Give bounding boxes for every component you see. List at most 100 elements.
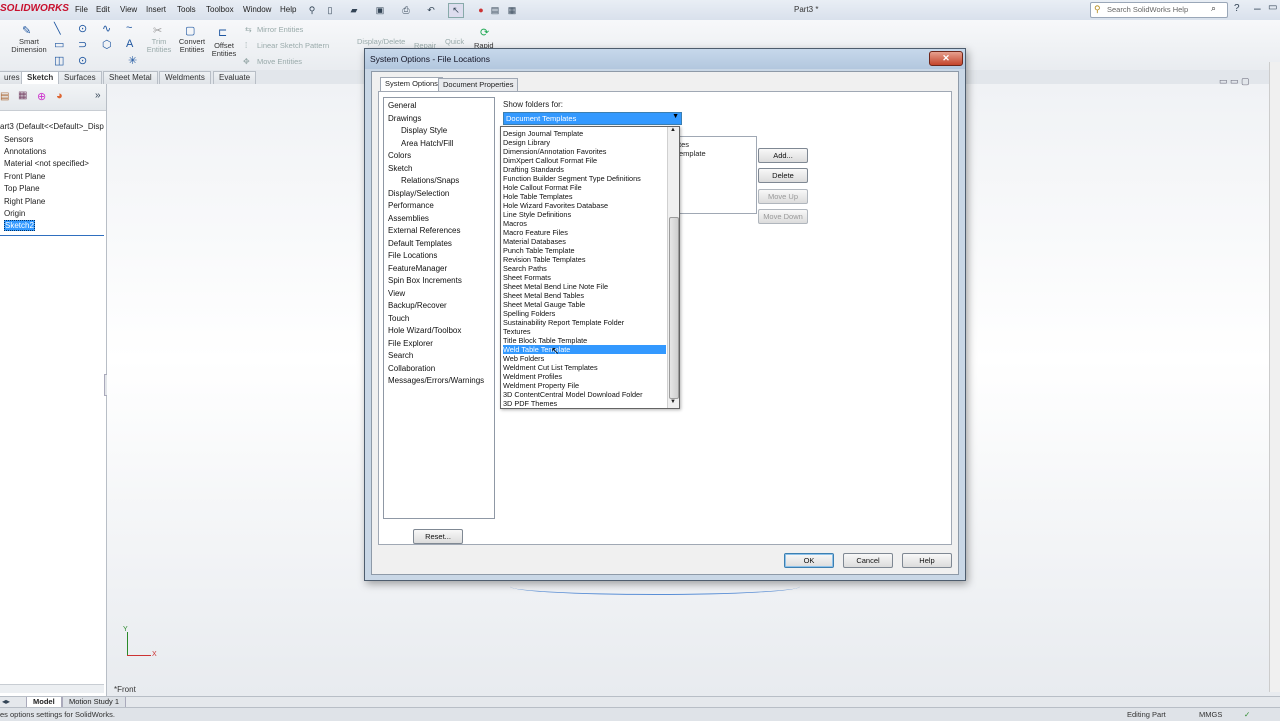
category-item[interactable]: Messages/Errors/Warnings [388, 376, 484, 385]
print-icon[interactable]: ⎙ [398, 3, 414, 18]
help-icon[interactable]: ? [1234, 3, 1240, 14]
options-icon[interactable]: ▦ [504, 3, 520, 18]
help-button[interactable]: Help [902, 553, 952, 568]
tree-item-top-plane[interactable]: Top Plane [4, 184, 40, 193]
centerline-icon[interactable]: ✳ [128, 54, 137, 67]
dropdown-option[interactable]: Textures [503, 327, 666, 336]
status-rebuild-icon[interactable]: ✓ [1244, 710, 1250, 719]
help-search-input[interactable]: Search SolidWorks Help ⚲ ⌕ [1090, 2, 1228, 18]
text-icon[interactable]: A [126, 38, 133, 50]
tab-sketch[interactable]: Sketch [21, 71, 60, 84]
tab-document-properties[interactable]: Document Properties [438, 78, 519, 92]
display-delete-label[interactable]: Display/Delete [357, 38, 405, 46]
configuration-manager-icon[interactable]: ⊕ [37, 90, 46, 103]
category-item[interactable]: Search [388, 351, 413, 360]
menu-edit[interactable]: Edit [96, 5, 110, 14]
dropdown-option[interactable]: Revision Table Templates [503, 255, 666, 264]
dropdown-option[interactable]: Weldment Profiles [503, 372, 666, 381]
tree-item-annotations[interactable]: Annotations [4, 147, 46, 156]
smart-dimension-icon[interactable]: ✎ [22, 24, 31, 37]
dropdown-scroll-thumb[interactable] [669, 217, 679, 399]
pin-icon[interactable]: ⚲ [304, 3, 320, 18]
undo-icon[interactable]: ↶ [423, 3, 439, 18]
dropdown-option[interactable]: Macro Feature Files [503, 228, 666, 237]
trim-icon[interactable]: ✂ [153, 24, 162, 37]
menu-view[interactable]: View [120, 5, 137, 14]
dropdown-option[interactable]: Sheet Metal Bend Tables [503, 291, 666, 300]
convert-label[interactable]: Convert Entities [176, 38, 208, 54]
dropdown-option[interactable]: Sheet Metal Bend Line Note File [503, 282, 666, 291]
category-item[interactable]: FeatureManager [388, 264, 447, 273]
dropdown-option[interactable]: Weldment Cut List Templates [503, 363, 666, 372]
tab-surfaces[interactable]: Surfaces [58, 71, 102, 84]
add-button[interactable]: Add... [758, 148, 808, 163]
menu-help[interactable]: Help [280, 5, 296, 14]
polygon-icon[interactable]: ⬡ [102, 38, 112, 51]
spline-icon[interactable]: ~ [126, 22, 132, 34]
dropdown-option[interactable]: 3D ContentCentral Model Download Folder [503, 390, 666, 399]
convert-entities-icon[interactable]: ▢ [185, 24, 195, 37]
category-item[interactable]: Area Hatch/Fill [401, 139, 453, 148]
circle-icon[interactable]: ⊙ [78, 22, 87, 35]
tree-item-material[interactable]: Material <not specified> [4, 159, 89, 168]
category-item[interactable]: Performance [388, 201, 434, 210]
rapid-sketch-icon[interactable]: ⟳ [480, 26, 489, 39]
feature-tree-icon[interactable]: ▤ [0, 91, 9, 102]
dropdown-option[interactable]: Macros [503, 219, 666, 228]
scroll-up-icon[interactable]: ▲ [670, 127, 676, 133]
category-item[interactable]: Drawings [388, 114, 421, 123]
quick-snaps-label[interactable]: Quick [445, 38, 464, 46]
open-folder-icon[interactable]: ▰ [346, 3, 362, 18]
tree-item-origin[interactable]: Origin [4, 209, 25, 218]
dropdown-option[interactable]: Material Databases [503, 237, 666, 246]
menu-toolbox[interactable]: Toolbox [206, 5, 234, 14]
category-item[interactable]: Display Style [401, 126, 447, 135]
tree-root-part[interactable]: art3 (Default<<Default>_Disp [0, 122, 104, 131]
status-units[interactable]: MMGS [1199, 710, 1222, 719]
panel-horizontal-scrollbar[interactable] [0, 684, 104, 693]
dialog-title-bar[interactable]: System Options - File Locations ✕ [365, 49, 965, 69]
minimize-icon[interactable]: – [1254, 1, 1261, 15]
category-item[interactable]: Spin Box Increments [388, 276, 462, 285]
category-item[interactable]: Touch [388, 314, 409, 323]
category-item[interactable]: Colors [388, 151, 411, 160]
slot-icon[interactable]: ⊃ [78, 38, 87, 51]
category-item[interactable]: File Explorer [388, 339, 433, 348]
menu-insert[interactable]: Insert [146, 5, 166, 14]
category-item[interactable]: External References [388, 226, 460, 235]
cancel-button[interactable]: Cancel [843, 553, 893, 568]
menu-file[interactable]: File [75, 5, 88, 14]
category-item[interactable]: Relations/Snaps [401, 176, 459, 185]
dropdown-option[interactable]: Line Style Definitions [503, 210, 666, 219]
dropdown-option[interactable]: Sheet Metal Gauge Table [503, 300, 666, 309]
file-properties-icon[interactable]: ▤ [487, 3, 503, 18]
delete-button[interactable]: Delete [758, 168, 808, 183]
dropdown-option[interactable]: Design Journal Template [503, 129, 666, 138]
select-icon[interactable]: ↖ [448, 3, 464, 18]
dropdown-option[interactable]: Dimension/Annotation Favorites [503, 147, 666, 156]
move-up-button[interactable]: Move Up [758, 189, 808, 204]
restore-icon[interactable]: ▭ [1268, 2, 1277, 13]
fillet-icon[interactable]: ◫ [54, 54, 64, 67]
tab-weldments[interactable]: Weldments [159, 71, 211, 84]
dropdown-option[interactable]: Sustainability Report Template Folder [503, 318, 666, 327]
save-icon[interactable]: ▣ [372, 3, 388, 18]
display-manager-icon[interactable]: ◕ [56, 90, 63, 102]
expand-panel-icon[interactable]: » [95, 90, 101, 101]
dropdown-option[interactable]: Function Builder Segment Type Definition… [503, 174, 666, 183]
dropdown-option[interactable]: Web Folders [503, 354, 666, 363]
scroll-down-icon[interactable]: ▼ [670, 399, 676, 405]
dropdown-option[interactable]: Hole Callout Format File [503, 183, 666, 192]
category-item[interactable]: Assemblies [388, 214, 429, 223]
dropdown-option[interactable]: DimXpert Callout Format File [503, 156, 666, 165]
line-icon[interactable]: ╲ [54, 22, 61, 35]
rollback-bar[interactable] [0, 235, 104, 236]
move-down-button[interactable]: Move Down [758, 209, 808, 224]
tab-evaluate[interactable]: Evaluate [213, 71, 257, 84]
dropdown-option[interactable]: Search Paths [503, 264, 666, 273]
tree-item-sketch2[interactable]: Sketch2 [4, 220, 35, 231]
show-folders-select[interactable]: Document Templates ▼ [503, 112, 682, 125]
offset-label[interactable]: Offset Entities [210, 42, 238, 58]
dropdown-scrollbar[interactable]: ▲ ▼ [667, 127, 679, 408]
dropdown-option[interactable]: Design Library [503, 138, 666, 147]
